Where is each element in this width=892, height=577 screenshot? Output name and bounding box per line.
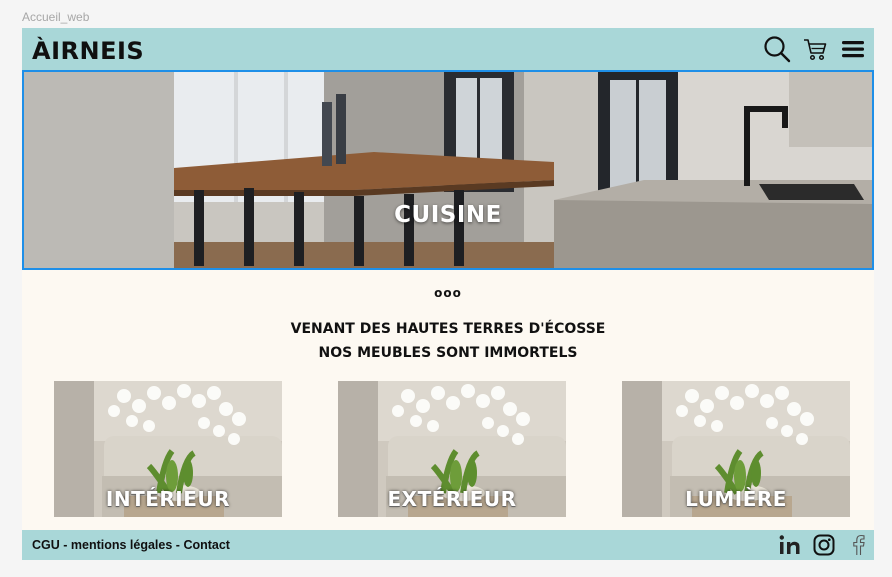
category-label: LUMIÈRE xyxy=(685,487,787,511)
frame-label: Accueil_web xyxy=(22,10,90,24)
hero-banner[interactable]: CUISINE xyxy=(22,70,874,270)
search-icon[interactable] xyxy=(762,34,792,64)
legal-link[interactable]: mentions légales xyxy=(71,538,172,552)
tagline: VENANT DES HAUTES TERRES D'ÉCOSSE NOS ME… xyxy=(22,317,874,365)
category-card-exterieur[interactable]: EXTÉRIEUR xyxy=(338,381,566,517)
cgu-link[interactable]: CGU xyxy=(32,538,60,552)
footer-bar: CGU - mentions légales - Contact xyxy=(22,530,874,560)
cart-icon[interactable] xyxy=(800,34,830,64)
hero-kitchen-image xyxy=(24,72,872,268)
header-bar: ÀIRNEIS xyxy=(22,28,874,70)
tagline-line-2: NOS MEUBLES SONT IMMORTELS xyxy=(318,345,578,361)
instagram-icon[interactable] xyxy=(812,533,836,557)
category-label: EXTÉRIEUR xyxy=(387,487,517,511)
category-label: INTÉRIEUR xyxy=(105,487,231,511)
footer-links: CGU - mentions légales - Contact xyxy=(32,538,230,552)
social-links xyxy=(778,533,870,557)
footer-separator: - xyxy=(59,538,71,552)
brand-logo[interactable]: ÀIRNEIS xyxy=(32,37,144,65)
tagline-line-1: VENANT DES HAUTES TERRES D'ÉCOSSE xyxy=(290,321,606,337)
facebook-icon[interactable] xyxy=(846,533,870,557)
menu-icon[interactable] xyxy=(838,34,868,64)
linkedin-icon[interactable] xyxy=(778,533,802,557)
footer-separator: - xyxy=(172,538,184,552)
hero-title: CUISINE xyxy=(394,202,502,228)
contact-link[interactable]: Contact xyxy=(183,538,230,552)
carousel-indicator[interactable]: ooo xyxy=(22,286,874,300)
homepage-artboard: ÀIRNEIS CUISINE ooo VENANT DES HAUTES TE… xyxy=(22,28,874,560)
category-card-interieur[interactable]: INTÉRIEUR xyxy=(54,381,282,517)
header-actions xyxy=(762,34,868,64)
category-card-lumiere[interactable]: LUMIÈRE xyxy=(622,381,850,517)
